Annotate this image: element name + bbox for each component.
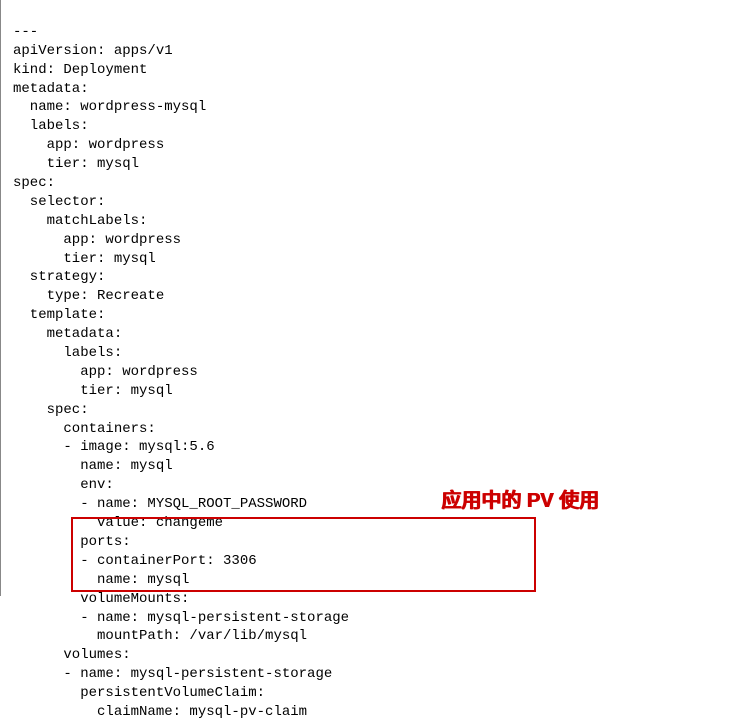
yaml-line: volumeMounts: — [13, 591, 189, 607]
yaml-line: kind: Deployment — [13, 62, 147, 78]
yaml-line: labels: — [13, 118, 89, 134]
yaml-line: name: mysql — [13, 572, 189, 588]
yaml-line: claimName: mysql-pv-claim — [13, 704, 307, 720]
yaml-line: env: — [13, 477, 114, 493]
yaml-line: mountPath: /var/lib/mysql — [13, 628, 307, 644]
yaml-line: tier: mysql — [13, 156, 139, 172]
yaml-line: spec: — [13, 175, 55, 191]
yaml-line: value: changeme — [13, 515, 223, 531]
yaml-line: app: wordpress — [13, 137, 164, 153]
yaml-line: - name: mysql-persistent-storage — [13, 610, 349, 626]
yaml-line: template: — [13, 307, 105, 323]
yaml-code-block: --- apiVersion: apps/v1 kind: Deployment… — [13, 4, 743, 722]
yaml-line: - containerPort: 3306 — [13, 553, 257, 569]
annotation-text: 应用中的 PV 使用 — [441, 488, 599, 515]
yaml-line: - name: MYSQL_ROOT_PASSWORD — [13, 496, 307, 512]
yaml-line: --- — [13, 24, 38, 40]
yaml-line: name: wordpress-mysql — [13, 99, 206, 115]
yaml-line: type: Recreate — [13, 288, 164, 304]
yaml-line: - name: mysql-persistent-storage — [13, 666, 332, 682]
yaml-line: ports: — [13, 534, 131, 550]
yaml-line: volumes: — [13, 647, 131, 663]
yaml-line: containers: — [13, 421, 156, 437]
yaml-line: tier: mysql — [13, 383, 173, 399]
yaml-line: name: mysql — [13, 458, 173, 474]
yaml-line: spec: — [13, 402, 89, 418]
yaml-line: metadata: — [13, 326, 122, 342]
yaml-line: strategy: — [13, 269, 105, 285]
yaml-line: apiVersion: apps/v1 — [13, 43, 173, 59]
yaml-line: - image: mysql:5.6 — [13, 439, 215, 455]
yaml-line: selector: — [13, 194, 105, 210]
yaml-line: app: wordpress — [13, 364, 198, 380]
yaml-line: app: wordpress — [13, 232, 181, 248]
yaml-line: matchLabels: — [13, 213, 147, 229]
yaml-line: metadata: — [13, 81, 89, 97]
yaml-line: tier: mysql — [13, 251, 156, 267]
yaml-line: persistentVolumeClaim: — [13, 685, 265, 701]
yaml-line: labels: — [13, 345, 122, 361]
